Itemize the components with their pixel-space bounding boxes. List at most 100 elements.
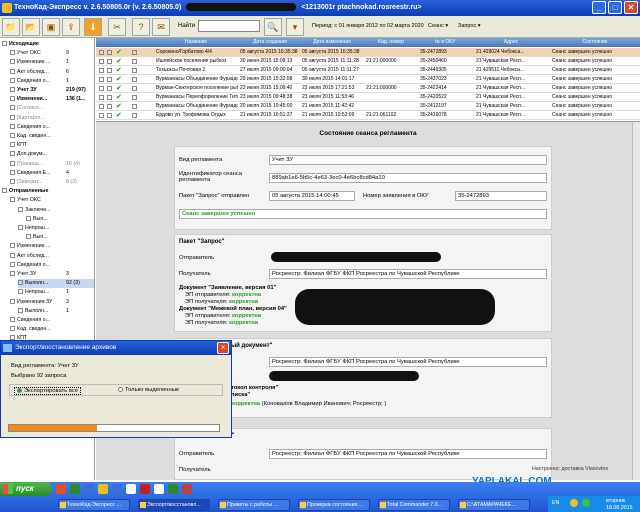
expand-icon[interactable] xyxy=(99,113,104,118)
open-button[interactable]: 📂 xyxy=(22,18,40,36)
tree-item[interactable]: Сведения Е... 4 xyxy=(10,169,94,178)
tree-expander-icon[interactable] xyxy=(10,142,15,148)
tree-expander-icon[interactable] xyxy=(10,252,15,258)
row-checkbox[interactable] xyxy=(107,86,112,91)
tree-expander-icon[interactable] xyxy=(18,206,23,212)
expand-icon[interactable] xyxy=(99,77,104,82)
row-flag-checkbox[interactable] xyxy=(132,77,137,82)
tree-expander-icon[interactable] xyxy=(10,317,15,323)
tree-expander-icon[interactable] xyxy=(10,261,15,267)
row-checkbox[interactable] xyxy=(107,59,112,64)
tree-item[interactable]: Акт обслед... 6 xyxy=(10,68,94,77)
tree-expander-icon[interactable] xyxy=(10,50,15,56)
tree-expander-icon[interactable] xyxy=(18,225,23,231)
tray-icon-1[interactable] xyxy=(570,499,578,507)
tree-expander-icon[interactable] xyxy=(2,188,7,194)
table-row[interactable]: ✔ Вурманкасы Объединение Фурзадов 29 июля … xyxy=(96,75,640,84)
tree-item[interactable]: [Заверит... 8 (3) xyxy=(10,178,94,187)
tree-expander-icon[interactable] xyxy=(26,234,31,240)
tree-expander-icon[interactable] xyxy=(10,326,15,332)
tree-expander-icon[interactable] xyxy=(10,151,15,157)
tree-item[interactable]: Сведения о... xyxy=(10,261,94,270)
expand-icon[interactable] xyxy=(99,68,104,73)
taskbar-task[interactable]: ТехноКад-Экспресс ... xyxy=(58,499,130,511)
tree-expander-icon[interactable] xyxy=(10,179,15,185)
col-oku[interactable]: № в ОКУ xyxy=(420,38,470,47)
export-button[interactable]: ⇪ xyxy=(62,18,80,36)
requests-dropdown[interactable]: Запрос ▾ xyxy=(458,23,481,29)
close-button[interactable]: ✕ xyxy=(624,1,638,14)
minimize-button[interactable]: _ xyxy=(592,1,606,14)
table-row[interactable]: ✔ Вурманкасы Объединение Фурзадов 20 июля … xyxy=(96,102,640,111)
table-row[interactable]: ✔ Вурманкасы Переоформление Титов 23 июля … xyxy=(96,93,640,102)
archive-button[interactable]: ⬇ xyxy=(84,18,102,36)
sessions-dropdown[interactable]: Сеанс ▾ xyxy=(428,23,448,29)
tree-item[interactable]: Учет ОКС 9 xyxy=(10,49,94,58)
expand-icon[interactable] xyxy=(99,104,104,109)
tree-expander-icon[interactable] xyxy=(10,87,15,93)
quicklaunch-opera-icon[interactable] xyxy=(56,484,66,494)
row-checkbox[interactable] xyxy=(107,77,112,82)
tree-item[interactable]: Кад. сведен... xyxy=(10,325,94,334)
start-button[interactable]: пуск xyxy=(0,482,52,496)
row-flag-checkbox[interactable] xyxy=(132,104,137,109)
dialog-titlebar[interactable]: Экспорт/восстановление архивов × xyxy=(1,341,231,355)
tree-expander-icon[interactable] xyxy=(10,298,15,304)
row-flag-checkbox[interactable] xyxy=(132,68,137,73)
row-checkbox[interactable] xyxy=(107,68,112,73)
tree-item[interactable]: Сведения о... xyxy=(10,123,94,132)
tree-item[interactable]: Вып... xyxy=(26,233,94,242)
new-button[interactable]: 📁 xyxy=(2,18,20,36)
tree-item[interactable]: Заключе... xyxy=(18,206,94,215)
table-row[interactable]: ✔ Ердово ул. Трофимова Отдых 21 июля 2015 … xyxy=(96,111,640,120)
expand-icon[interactable] xyxy=(99,59,104,64)
table-row[interactable]: ✔ Вурман-Сюктерское поселение рыбхоз 23 ию… xyxy=(96,84,640,93)
quicklaunch-icon-5[interactable] xyxy=(112,484,122,494)
export-all-option[interactable]: Экспортировать все xyxy=(14,387,82,396)
taskbar-task[interactable]: C:\АТАМАРАЧЕКЕ... xyxy=(458,499,530,511)
tree-item[interactable]: Кад. сведен... xyxy=(10,132,94,141)
expand-icon[interactable] xyxy=(99,95,104,100)
tree-expander-icon[interactable] xyxy=(2,41,7,47)
tree-item[interactable]: Непрош... 1 xyxy=(18,288,94,297)
tree-expander-icon[interactable] xyxy=(26,215,31,221)
tree-expander-icon[interactable] xyxy=(10,243,15,249)
row-flag-checkbox[interactable] xyxy=(132,86,137,91)
tree-expander-icon[interactable] xyxy=(10,271,15,277)
col-modified[interactable]: Дата изменения xyxy=(302,38,362,47)
tree-expander-icon[interactable] xyxy=(10,123,15,129)
tree-expander-icon[interactable] xyxy=(10,105,15,111)
row-checkbox[interactable] xyxy=(107,113,112,118)
window-titlebar[interactable]: ТехноКад-Экспресс v. 2.6.50805.0r (v. 2.… xyxy=(0,0,640,16)
tree-item[interactable]: Выполн... 92 (3) xyxy=(18,279,94,289)
maximize-button[interactable]: □ xyxy=(608,1,622,14)
taskbar-task[interactable]: Проверка состояния ... xyxy=(298,499,370,511)
expand-icon[interactable] xyxy=(99,86,104,91)
tray-icon-2[interactable] xyxy=(582,499,590,507)
col-name[interactable]: Название xyxy=(156,38,236,47)
tree-item[interactable]: Сведения о... xyxy=(10,316,94,325)
row-checkbox[interactable] xyxy=(107,104,112,109)
taskbar-task[interactable]: Total Commander 7.0... xyxy=(378,499,450,511)
table-row[interactable]: ✔ Ишлейское поселение рыбхоз 30 июня 2015 … xyxy=(96,57,640,66)
quicklaunch-icon-2[interactable] xyxy=(70,484,80,494)
quicklaunch-icon-6[interactable] xyxy=(126,484,136,494)
help-button[interactable]: ? xyxy=(132,18,150,36)
tree-expander-icon[interactable] xyxy=(18,280,23,286)
row-flag-checkbox[interactable] xyxy=(132,50,137,55)
tree-item[interactable]: Вып... xyxy=(26,215,94,224)
taskbar-task[interactable]: Приветы с работы ... xyxy=(218,499,290,511)
tree-item[interactable]: Изменения ЗУ 3 xyxy=(10,298,94,307)
export-selected-option[interactable]: Только выделенные xyxy=(118,387,179,393)
tree-item[interactable]: Учет ЗУ 219 (97) xyxy=(10,86,94,95)
language-indicator[interactable]: EN xyxy=(552,500,559,506)
search-input[interactable] xyxy=(198,20,260,32)
tree-expander-icon[interactable] xyxy=(10,160,15,166)
tree-item[interactable]: Отправленные xyxy=(2,187,94,196)
tree-expander-icon[interactable] xyxy=(18,307,23,313)
tree-expander-icon[interactable] xyxy=(10,114,15,120)
tree-item[interactable]: [Согласо... xyxy=(10,104,94,113)
tree-item[interactable]: Изменение ... 1 xyxy=(10,58,94,67)
detail-scrollbar[interactable] xyxy=(632,122,640,480)
tree-item[interactable]: Выполн... 1 xyxy=(18,307,94,316)
